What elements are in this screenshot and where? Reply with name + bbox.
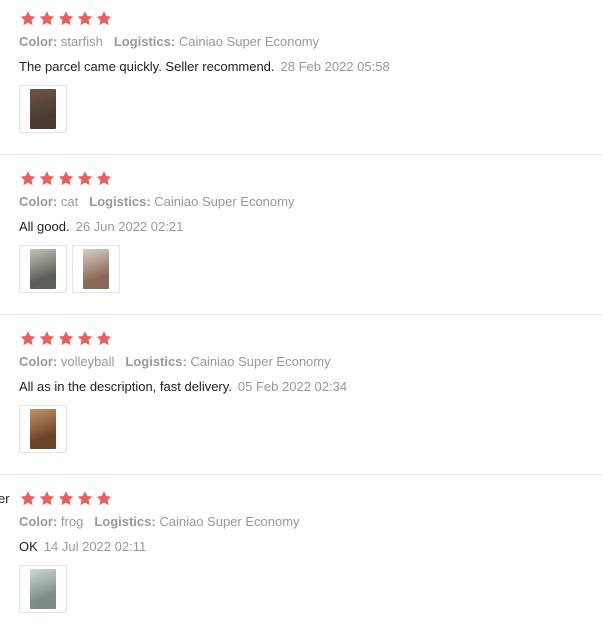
color-label: Color: [19,194,58,209]
logistics-value: Cainiao Super Economy [159,514,300,529]
star-icon [39,171,55,186]
logistics-label: Logistics: [125,354,187,369]
comment-text: All good. [19,219,70,234]
review-meta: Color: volleyball Logistics: Cainiao Supe… [19,354,331,369]
star-icon [20,11,36,26]
review-photos [19,565,67,613]
photo-image [30,409,56,449]
star-icon [58,331,74,346]
review-comment: All as in the description, fast delivery… [19,379,347,394]
review-item: Color: volleyball Logistics: Cainiao Supe… [0,315,602,474]
review-date: 14 Jul 2022 02:11 [43,539,147,554]
partial-sidebar-text: er [0,491,10,506]
star-icon [77,491,93,506]
color-value: starfish [60,34,103,49]
review-item: Color: cat Logistics: Cainiao Super Econo… [0,155,602,314]
star-icon [58,491,74,506]
review-photos [19,245,120,293]
logistics-label: Logistics: [113,34,176,49]
review-photo[interactable] [19,245,67,293]
star-icon [39,491,55,506]
color-value: volleyball [60,354,115,369]
star-icon [77,331,93,346]
photo-image [83,249,109,289]
star-icon [96,491,112,506]
review-meta: Color: starfish Logistics: Cainiao Super … [19,34,319,49]
color-label: Color: [19,514,58,529]
review-photo[interactable] [19,565,67,613]
star-rating [19,10,113,28]
review-photo[interactable] [19,85,67,133]
comment-text: OK [19,539,38,554]
star-icon [39,11,55,26]
review-comment: The parcel came quickly. Seller recommen… [19,59,390,74]
comment-text: All as in the description, fast delivery… [19,379,232,394]
photo-image [30,89,56,129]
logistics-value: Cainiao Super Economy [178,34,320,49]
review-photo[interactable] [72,245,120,293]
review-date: 28 Feb 2022 05:58 [280,59,390,74]
review-comment: All good. 26 Jun 2022 02:21 [19,219,183,234]
star-icon [20,171,36,186]
review-photos [19,405,67,453]
star-icon [96,331,112,346]
star-rating [19,490,113,508]
review-meta: Color: frog Logistics: Cainiao Super Econ… [19,514,300,529]
star-icon [96,11,112,26]
photo-image [30,569,56,609]
star-icon [58,11,74,26]
review-date: 05 Feb 2022 02:34 [237,379,348,394]
logistics-label: Logistics: [94,514,156,529]
comment-text: The parcel came quickly. Seller recommen… [19,59,275,74]
star-icon [77,11,93,26]
star-rating [19,330,113,348]
review-meta: Color: cat Logistics: Cainiao Super Econo… [19,194,294,209]
star-icon [96,171,112,186]
star-icon [20,331,36,346]
color-value: cat [60,194,79,209]
star-icon [20,491,36,506]
color-value: frog [60,514,84,529]
logistics-value: Cainiao Super Economy [154,194,295,209]
logistics-label: Logistics: [89,194,151,209]
logistics-value: Cainiao Super Economy [190,354,331,369]
review-date: 26 Jun 2022 02:21 [75,219,184,234]
star-icon [39,331,55,346]
color-label: Color: [19,34,58,49]
review-comment: OK 14 Jul 2022 02:11 [19,539,146,554]
color-label: Color: [19,354,58,369]
star-rating [19,170,113,188]
review-photos [19,85,67,133]
review-photo[interactable] [19,405,67,453]
photo-image [30,249,56,289]
review-item: er Color: frog Logistics: Cainiao Super E… [0,475,602,627]
star-icon [58,171,74,186]
star-icon [77,171,93,186]
review-item: Color: starfish Logistics: Cainiao Super … [0,0,602,154]
